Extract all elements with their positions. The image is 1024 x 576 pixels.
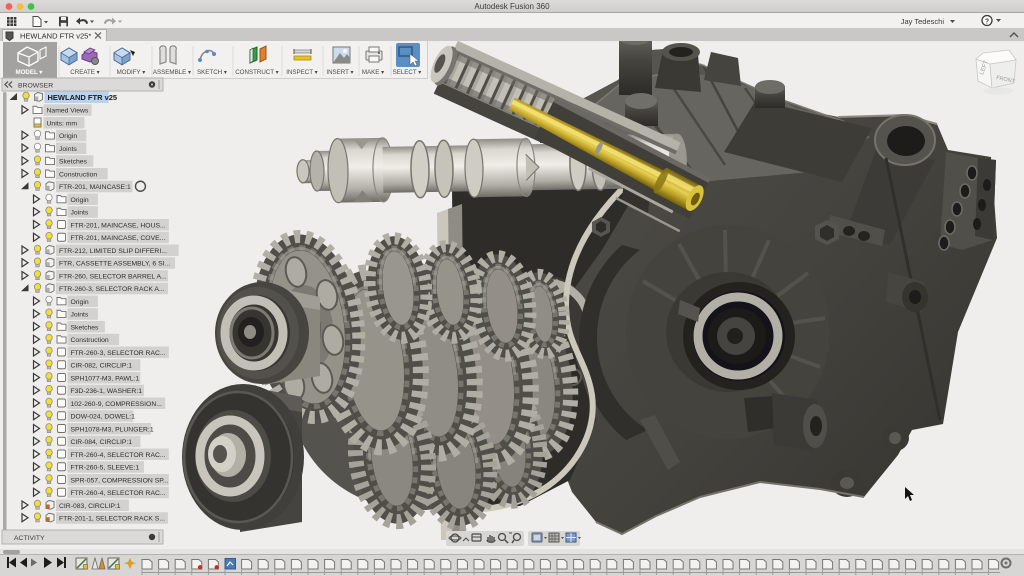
svg-text:INSPECT ▾: INSPECT ▾ <box>286 69 318 76</box>
svg-text:ASSEMBLE ▾: ASSEMBLE ▾ <box>153 69 191 76</box>
svg-text:MODIFY ▾: MODIFY ▾ <box>117 69 146 76</box>
svg-text:SELECT ▾: SELECT ▾ <box>393 69 422 76</box>
svg-text:F3D-236-1, WASHER:1: F3D-236-1, WASHER:1 <box>71 388 143 395</box>
svg-text:Origin: Origin <box>59 133 77 140</box>
svg-text:FTR-201, MAINCASE, COVE...: FTR-201, MAINCASE, COVE... <box>71 235 166 242</box>
svg-text:Origin: Origin <box>71 197 89 204</box>
svg-text:CREATE ▾: CREATE ▾ <box>70 69 99 76</box>
svg-text:Jay Tedeschi: Jay Tedeschi <box>901 17 945 26</box>
svg-text:Joints: Joints <box>71 312 89 319</box>
svg-text:Joints: Joints <box>59 146 77 153</box>
svg-text:FTR-260-5, SLEEVE:1: FTR-260-5, SLEEVE:1 <box>71 465 140 472</box>
svg-text:FTR-260-4, SELECTOR RAC...: FTR-260-4, SELECTOR RAC... <box>71 490 166 497</box>
svg-text:Named Views: Named Views <box>47 108 89 115</box>
svg-text:Autodesk Fusion 360: Autodesk Fusion 360 <box>474 2 550 11</box>
svg-text:DOW-024, DOWEL:1: DOW-024, DOWEL:1 <box>71 414 136 421</box>
svg-text:FTR-201, MAINCASE, HOUS...: FTR-201, MAINCASE, HOUS... <box>71 222 166 229</box>
svg-text:CONSTRUCT ▾: CONSTRUCT ▾ <box>235 69 279 76</box>
svg-text:FTR-201-1, SELECTOR RACK S...: FTR-201-1, SELECTOR RACK S... <box>59 516 165 523</box>
svg-text:CIR-082, CIRCLIP:1: CIR-082, CIRCLIP:1 <box>71 363 133 370</box>
svg-text:FTR-212, LIMITED SLIP DIFFERI.: FTR-212, LIMITED SLIP DIFFERI... <box>59 248 167 255</box>
svg-text:FTR, CASSETTE ASSEMBLY, 6 SI..: FTR, CASSETTE ASSEMBLY, 6 SI... <box>59 261 170 268</box>
svg-text:MAKE ▾: MAKE ▾ <box>362 69 384 76</box>
svg-text:CIR-084, CIRCLIP:1: CIR-084, CIRCLIP:1 <box>71 439 133 446</box>
svg-text:SPH1077-M3, PAWL:1: SPH1077-M3, PAWL:1 <box>71 375 140 382</box>
svg-text:Sketches: Sketches <box>71 324 100 331</box>
svg-text:Origin: Origin <box>71 299 89 306</box>
svg-text:FTR-201, MAINCASE:1: FTR-201, MAINCASE:1 <box>59 184 131 191</box>
svg-text:SPR-057, COMPRESSION SP...: SPR-057, COMPRESSION SP... <box>71 477 169 484</box>
svg-text:SKETCH ▾: SKETCH ▾ <box>197 69 227 76</box>
svg-text:INSERT ▾: INSERT ▾ <box>326 69 353 76</box>
svg-text:Sketches: Sketches <box>59 159 88 166</box>
svg-text:Construction: Construction <box>71 337 109 344</box>
svg-text:102-260-9, COMPRESSION...: 102-260-9, COMPRESSION... <box>71 401 163 408</box>
svg-text:Units: mm: Units: mm <box>47 120 78 127</box>
svg-text:Joints: Joints <box>71 210 89 217</box>
svg-text:BROWSER: BROWSER <box>18 83 53 90</box>
svg-text:MODEL ▾: MODEL ▾ <box>15 69 43 76</box>
svg-text:FTR-260-4, SELECTOR RAC...: FTR-260-4, SELECTOR RAC... <box>71 452 166 459</box>
svg-text:?: ? <box>985 18 989 25</box>
svg-text:ACTIVITY: ACTIVITY <box>14 535 45 542</box>
svg-text:FTR-260-3, SELECTOR RAC...: FTR-260-3, SELECTOR RAC... <box>71 350 166 357</box>
svg-text:FTR-260-3, SELECTOR RACK A...: FTR-260-3, SELECTOR RACK A... <box>59 286 165 293</box>
svg-text:HEWLAND FTR v25*: HEWLAND FTR v25* <box>20 32 91 41</box>
svg-text:CIR-083, CIRCLIP:1: CIR-083, CIRCLIP:1 <box>59 503 121 510</box>
svg-text:FTR-260, SELECTOR BARREL A...: FTR-260, SELECTOR BARREL A... <box>59 273 167 280</box>
svg-text:SPH1078-M3, PLUNGER:1: SPH1078-M3, PLUNGER:1 <box>71 426 154 433</box>
svg-text:Construction: Construction <box>59 171 97 178</box>
